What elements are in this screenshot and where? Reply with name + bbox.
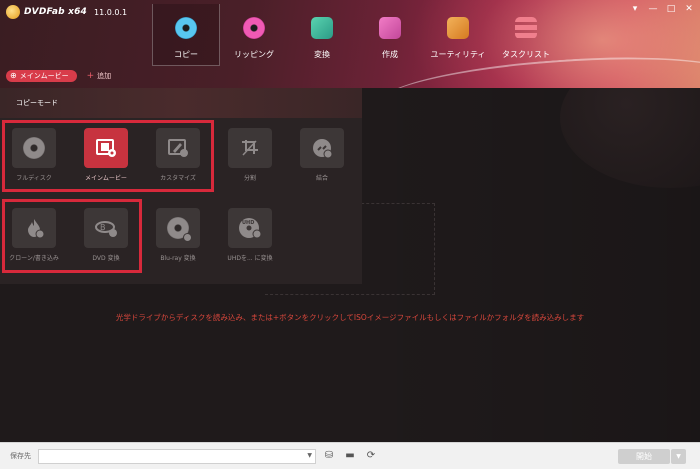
footer-bar: 保存先 ▼ ⛁ ▬ ⟳ 開始 ▼ bbox=[0, 442, 700, 469]
converter-icon bbox=[311, 17, 333, 39]
mode-label: Blu-ray 変換 bbox=[160, 255, 196, 262]
header-banner: DVDFab x64 11.0.0.1 ▾ — □ ✕ コピー リッピング 変換 bbox=[0, 0, 700, 88]
add-circle-icon: ⊕ bbox=[10, 71, 17, 80]
sub-toolbar: ⊕ メインムービー + 追加 bbox=[6, 70, 111, 82]
tab-creator[interactable]: 作成 bbox=[356, 4, 424, 66]
logo-icon bbox=[6, 5, 20, 19]
window-controls: ▾ — □ ✕ bbox=[630, 4, 694, 14]
tab-label: コピー bbox=[174, 50, 198, 59]
tab-task-list[interactable]: タスクリスト bbox=[492, 4, 560, 66]
copy-mode-title: コピーモード bbox=[16, 99, 58, 107]
main-movie-label: メインムービー bbox=[19, 72, 69, 80]
main-nav: コピー リッピング 変換 作成 ユーティリティ タスクリスト bbox=[152, 4, 560, 66]
copy-mode-header: コピーモード bbox=[0, 88, 362, 118]
minimize-icon[interactable]: — bbox=[648, 4, 658, 14]
mode-icon-box bbox=[156, 208, 200, 248]
iso-drive-icon[interactable]: ⛁ bbox=[321, 448, 337, 464]
bluray-badge-icon bbox=[183, 233, 192, 242]
folder-icon[interactable]: ▬ bbox=[342, 448, 358, 464]
add-label: 追加 bbox=[97, 72, 112, 80]
uhd-icon: UHD bbox=[239, 218, 262, 239]
mode-label: 結合 bbox=[315, 175, 328, 182]
task-list-icon bbox=[515, 17, 537, 39]
save-location-label: 保存先 bbox=[10, 452, 31, 460]
maximize-icon[interactable]: □ bbox=[666, 4, 676, 14]
mode-icon-box bbox=[300, 128, 344, 168]
refresh-icon[interactable]: ⟳ bbox=[363, 448, 379, 464]
tab-ripper[interactable]: リッピング bbox=[220, 4, 288, 66]
start-button[interactable]: 開始 bbox=[618, 449, 670, 464]
tab-copy[interactable]: コピー bbox=[152, 4, 220, 66]
plus-icon: + bbox=[86, 70, 95, 81]
menu-dropdown-icon[interactable]: ▾ bbox=[630, 4, 640, 14]
svg-text:UHD: UHD bbox=[242, 220, 254, 226]
mode-icon-box bbox=[228, 128, 272, 168]
main-content: コピーモード フルディスク メインムービー カスタマイズ 分割 結合 クローン/… bbox=[0, 88, 700, 442]
mode-label: 分割 bbox=[243, 175, 256, 182]
highlight-box-bottom bbox=[2, 199, 142, 273]
ripper-icon bbox=[243, 17, 265, 39]
app-version: 11.0.0.1 bbox=[94, 7, 128, 17]
tab-utility[interactable]: ユーティリティ bbox=[424, 4, 492, 66]
tab-label: ユーティリティ bbox=[430, 50, 486, 59]
main-movie-mode-button[interactable]: ⊕ メインムービー bbox=[6, 70, 77, 82]
tab-converter[interactable]: 変換 bbox=[288, 4, 356, 66]
copy-disc-icon bbox=[175, 17, 197, 39]
utility-icon bbox=[447, 17, 469, 39]
tab-label: リッピング bbox=[234, 50, 274, 59]
merge-icon bbox=[313, 139, 333, 159]
app-window: DVDFab x64 11.0.0.1 ▾ — □ ✕ コピー リッピング 変換 bbox=[0, 0, 700, 469]
app-logo: DVDFab x64 11.0.0.1 bbox=[6, 4, 127, 20]
save-path-select[interactable]: ▼ bbox=[38, 448, 316, 464]
chevron-down-icon: ▼ bbox=[307, 451, 312, 459]
drop-hint: 光学ドライブからディスクを読み込み、または+ボタンをクリックしてISOイメージフ… bbox=[115, 313, 585, 322]
tab-label: 作成 bbox=[382, 50, 398, 59]
start-options-chevron-icon[interactable]: ▼ bbox=[671, 449, 686, 464]
app-name: DVDFab x64 bbox=[24, 7, 88, 17]
mode-label: UHDを... に変換 bbox=[227, 255, 273, 262]
highlight-box-top bbox=[2, 120, 214, 192]
mode-icon-box: UHD bbox=[228, 208, 272, 248]
tab-label: タスクリスト bbox=[502, 50, 550, 59]
mode-merge[interactable]: 結合 bbox=[292, 128, 352, 188]
mode-bluray-convert[interactable]: Blu-ray 変換 bbox=[148, 208, 208, 268]
creator-icon bbox=[379, 17, 401, 39]
add-source-button[interactable]: + 追加 bbox=[87, 71, 112, 81]
split-icon bbox=[242, 140, 258, 156]
mode-uhd-convert[interactable]: UHD UHDを... に変換 bbox=[220, 208, 280, 268]
tab-label: 変換 bbox=[314, 50, 330, 59]
mode-split[interactable]: 分割 bbox=[220, 128, 280, 188]
close-icon[interactable]: ✕ bbox=[684, 4, 694, 14]
